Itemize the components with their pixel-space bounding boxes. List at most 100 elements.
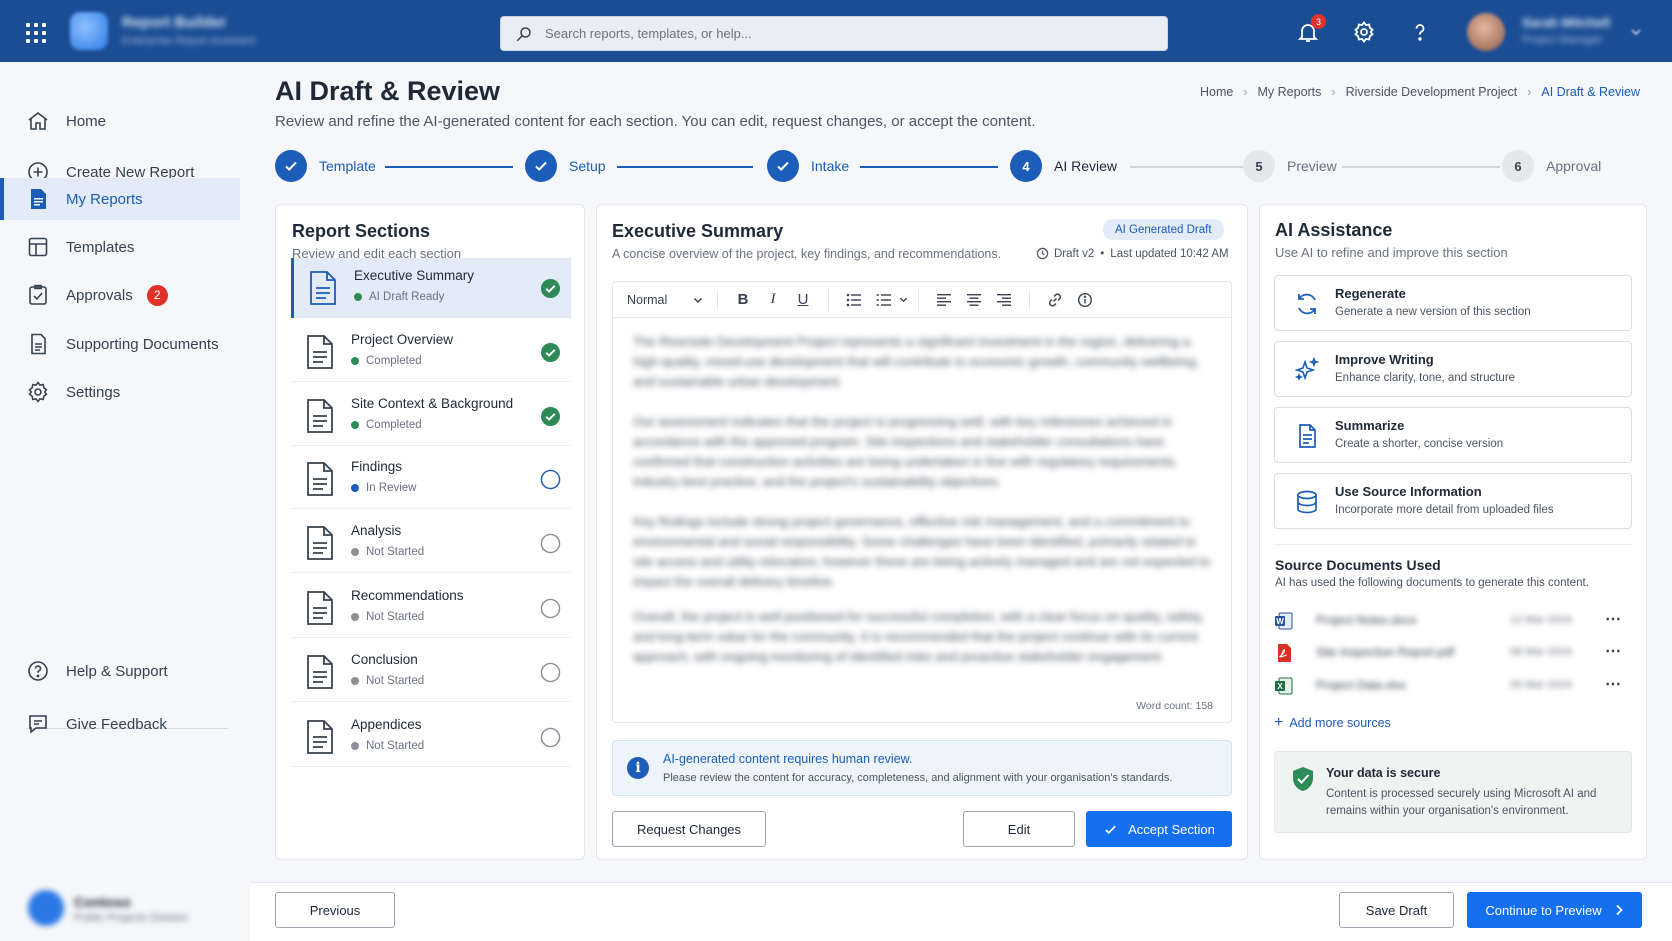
source-file-name: Site Inspection Report.pdf <box>1316 645 1455 659</box>
section-item[interactable]: Recommendations Not Started <box>291 578 571 638</box>
avatar[interactable] <box>1467 13 1505 51</box>
section-item[interactable]: Appendices Not Started <box>291 707 571 767</box>
top-bar: Report Builder Enterprise Report Assista… <box>0 0 1672 62</box>
sidebar-item-my-reports[interactable]: My Reports <box>0 178 240 220</box>
check-icon <box>275 150 307 182</box>
add-more-sources-link[interactable]: + Add more sources <box>1274 714 1391 732</box>
empty-circle-icon[interactable] <box>540 727 561 748</box>
approvals-badge: 2 <box>146 284 168 306</box>
sidebar-item-templates[interactable]: Templates <box>0 226 240 268</box>
underline-button[interactable]: U <box>792 289 814 311</box>
section-item[interactable]: Findings In Review <box>291 449 571 509</box>
use-source-information-button[interactable]: Use Source Information Incorporate more … <box>1274 473 1632 529</box>
sidebar-item-give-feedback[interactable]: Give Feedback <box>0 703 240 745</box>
step-preview[interactable]: 5 Preview <box>1243 150 1337 182</box>
feedback-icon <box>29 715 47 734</box>
sidebar-item-home[interactable]: Home <box>0 100 240 142</box>
sidebar-item-approvals[interactable]: Approvals 2 <box>0 274 240 316</box>
source-file-date: 08 Mar 2024 <box>1510 646 1572 658</box>
notification-badge: 3 <box>1311 14 1326 29</box>
section-status: Not Started <box>351 740 424 752</box>
status-dot <box>351 742 359 750</box>
save-draft-button[interactable]: Save Draft <box>1339 892 1454 928</box>
bold-button[interactable]: B <box>732 289 754 311</box>
rich-text-editor[interactable]: Normal B I U The Riverside Development P… <box>612 281 1232 723</box>
progress-stepper: Template Setup Intake 4 AI Review 5 Prev… <box>275 150 1605 184</box>
excel-file-icon: X <box>1275 677 1293 695</box>
source-file-date: 12 Mar 2024 <box>1510 614 1572 626</box>
more-options-icon[interactable]: ⋯ <box>1605 674 1622 694</box>
chevron-down-icon[interactable] <box>899 295 908 304</box>
section-name: Appendices <box>351 717 422 732</box>
section-status-label: Completed <box>366 419 422 431</box>
align-left-button[interactable] <box>933 289 955 311</box>
insert-link-button[interactable] <box>1044 289 1066 311</box>
improve-writing-button[interactable]: Improve Writing Enhance clarity, tone, a… <box>1274 341 1632 397</box>
bullet-list-button[interactable] <box>843 289 865 311</box>
sources-subtitle: AI has used the following documents to g… <box>1275 577 1589 589</box>
secure-title: Your data is secure <box>1326 766 1441 780</box>
chevron-right-icon: › <box>1331 85 1336 99</box>
source-document-row[interactable]: X Project Data.xlsx 05 Mar 2024 ⋯ <box>1274 672 1632 700</box>
secure-text: Content is processed securely using Micr… <box>1326 788 1597 817</box>
step-approval[interactable]: 6 Approval <box>1502 150 1601 182</box>
check-icon <box>525 150 557 182</box>
svg-text:X: X <box>1277 682 1283 691</box>
empty-circle-icon[interactable] <box>540 662 561 683</box>
continue-to-preview-button[interactable]: Continue to Preview <box>1467 892 1642 928</box>
check-circle-icon <box>540 406 561 427</box>
brand-subtitle: Enterprise Report Assistant <box>122 35 256 47</box>
help-icon[interactable] <box>1408 20 1432 44</box>
app-launcher-icon[interactable] <box>26 23 46 43</box>
request-changes-button[interactable]: Request Changes <box>612 811 766 847</box>
document-icon <box>310 271 336 305</box>
empty-circle-icon[interactable] <box>540 533 561 554</box>
accept-section-button[interactable]: Accept Section <box>1086 811 1232 847</box>
section-item[interactable]: Executive Summary AI Draft Ready <box>291 258 571 318</box>
source-document-row[interactable]: W Project Notes.docx 12 Mar 2024 ⋯ <box>1274 607 1632 635</box>
breadcrumb-my-reports[interactable]: My Reports <box>1258 85 1322 99</box>
section-item[interactable]: Project Overview Completed <box>291 322 571 382</box>
section-item[interactable]: Analysis Not Started <box>291 513 571 573</box>
sidebar-item-supporting-documents[interactable]: Supporting Documents <box>0 323 240 365</box>
source-document-row[interactable]: Site Inspection Report.pdf 08 Mar 2024 ⋯ <box>1274 639 1632 667</box>
search-input[interactable] <box>545 26 1145 41</box>
info-button[interactable] <box>1074 289 1096 311</box>
step-intake[interactable]: Intake <box>767 150 849 182</box>
sidebar-item-help-support[interactable]: Help & Support <box>0 650 240 692</box>
numbered-list-button[interactable] <box>873 289 895 311</box>
align-left-icon <box>937 293 951 306</box>
more-options-icon[interactable]: ⋯ <box>1605 641 1622 661</box>
paragraph-style-select[interactable]: Normal <box>627 293 707 307</box>
editor-paragraph: Key findings include strong project gove… <box>633 514 1211 589</box>
refresh-icon <box>1298 293 1316 315</box>
step-template[interactable]: Template <box>275 150 376 182</box>
step-setup[interactable]: Setup <box>525 150 606 182</box>
section-item[interactable]: Site Context & Background Completed <box>291 386 571 446</box>
sources-title: Source Documents Used <box>1275 557 1441 573</box>
shield-check-icon <box>1293 767 1313 791</box>
align-center-button[interactable] <box>963 289 985 311</box>
chevron-down-icon[interactable] <box>1630 26 1642 38</box>
regenerate-button[interactable]: Regenerate Generate a new version of thi… <box>1274 275 1632 331</box>
search-box[interactable] <box>500 16 1168 51</box>
user-info[interactable]: Sarah Mitchell Project Manager <box>1522 15 1610 46</box>
previous-button[interactable]: Previous <box>275 892 395 928</box>
documents-icon <box>31 333 46 355</box>
breadcrumb-project[interactable]: Riverside Development Project <box>1346 85 1518 99</box>
summarize-button[interactable]: Summarize Create a shorter, concise vers… <box>1274 407 1632 463</box>
section-status: In Review <box>351 482 417 494</box>
align-right-button[interactable] <box>993 289 1015 311</box>
italic-button[interactable]: I <box>762 289 784 311</box>
empty-circle-icon[interactable] <box>540 598 561 619</box>
sidebar-item-settings[interactable]: Settings <box>0 371 240 413</box>
gear-icon[interactable] <box>1352 20 1376 44</box>
empty-circle-icon[interactable] <box>540 469 561 490</box>
report-sections-panel: Report Sections Review and edit each sec… <box>275 204 585 860</box>
section-title: Executive Summary <box>612 221 784 241</box>
section-item[interactable]: Conclusion Not Started <box>291 642 571 702</box>
more-options-icon[interactable]: ⋯ <box>1605 609 1622 629</box>
step-ai-review[interactable]: 4 AI Review <box>1010 150 1117 182</box>
edit-button[interactable]: Edit <box>963 811 1075 847</box>
breadcrumb-home[interactable]: Home <box>1200 85 1233 99</box>
